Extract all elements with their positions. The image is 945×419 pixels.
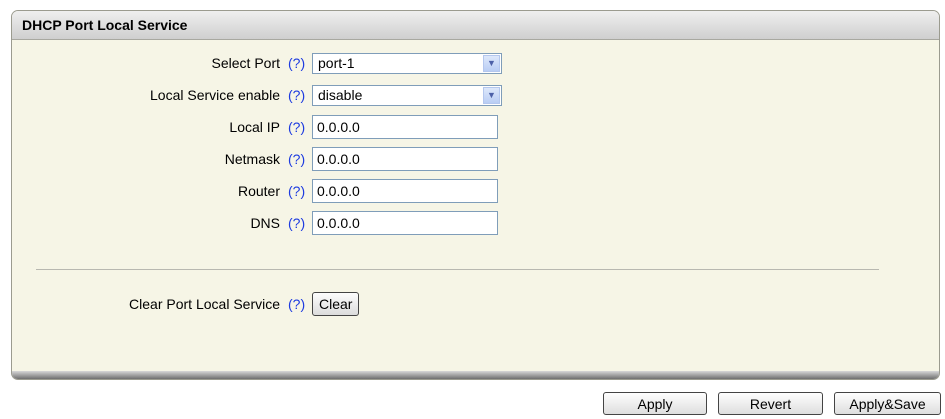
local-ip-label: Local IP (229, 119, 280, 135)
panel-bottom-bar (12, 371, 939, 379)
select-port-value: port-1 (318, 55, 355, 71)
select-port-dropdown[interactable]: port-1 ▼ (312, 52, 502, 74)
select-port-help-link[interactable]: (?) (288, 55, 308, 71)
select-port-label: Select Port (211, 55, 280, 71)
chevron-down-icon[interactable]: ▼ (483, 86, 500, 104)
dhcp-port-local-service-panel: DHCP Port Local Service Select Port (?) … (11, 10, 940, 380)
dns-label: DNS (250, 215, 280, 231)
clear-port-local-service-row: Clear Port Local Service (?) Clear (12, 292, 360, 316)
revert-button[interactable]: Revert (718, 392, 823, 415)
local-ip-input[interactable]: 0.0.0.0 (312, 115, 498, 139)
clear-port-local-service-help-link[interactable]: (?) (288, 296, 308, 312)
netmask-help-link[interactable]: (?) (288, 151, 308, 167)
router-input[interactable]: 0.0.0.0 (312, 179, 498, 203)
dns-help-link[interactable]: (?) (288, 215, 308, 231)
local-service-enable-value: disable (318, 87, 363, 103)
local-ip-help-link[interactable]: (?) (288, 119, 308, 135)
netmask-label: Netmask (224, 151, 280, 167)
panel-title: DHCP Port Local Service (12, 11, 939, 40)
netmask-input[interactable]: 0.0.0.0 (312, 147, 498, 171)
local-service-enable-help-link[interactable]: (?) (288, 87, 308, 103)
dns-row: DNS (?) 0.0.0.0 (12, 211, 498, 235)
local-service-enable-dropdown[interactable]: disable ▼ (312, 84, 502, 106)
apply-button[interactable]: Apply (603, 392, 707, 415)
local-service-enable-row: Local Service enable (?) disable ▼ (12, 83, 502, 107)
apply-save-button[interactable]: Apply&Save (834, 392, 941, 415)
router-label: Router (237, 183, 280, 199)
select-port-row: Select Port (?) port-1 ▼ (12, 51, 502, 75)
action-buttons: Apply Revert Apply&Save (603, 392, 941, 415)
clear-button[interactable]: Clear (312, 292, 360, 316)
local-service-enable-label: Local Service enable (150, 87, 280, 103)
dns-input[interactable]: 0.0.0.0 (312, 211, 498, 235)
local-ip-row: Local IP (?) 0.0.0.0 (12, 115, 498, 139)
clear-port-local-service-label: Clear Port Local Service (129, 296, 280, 312)
section-divider (36, 269, 879, 270)
chevron-down-icon[interactable]: ▼ (483, 54, 500, 72)
router-help-link[interactable]: (?) (288, 183, 308, 199)
router-row: Router (?) 0.0.0.0 (12, 179, 498, 203)
netmask-row: Netmask (?) 0.0.0.0 (12, 147, 498, 171)
